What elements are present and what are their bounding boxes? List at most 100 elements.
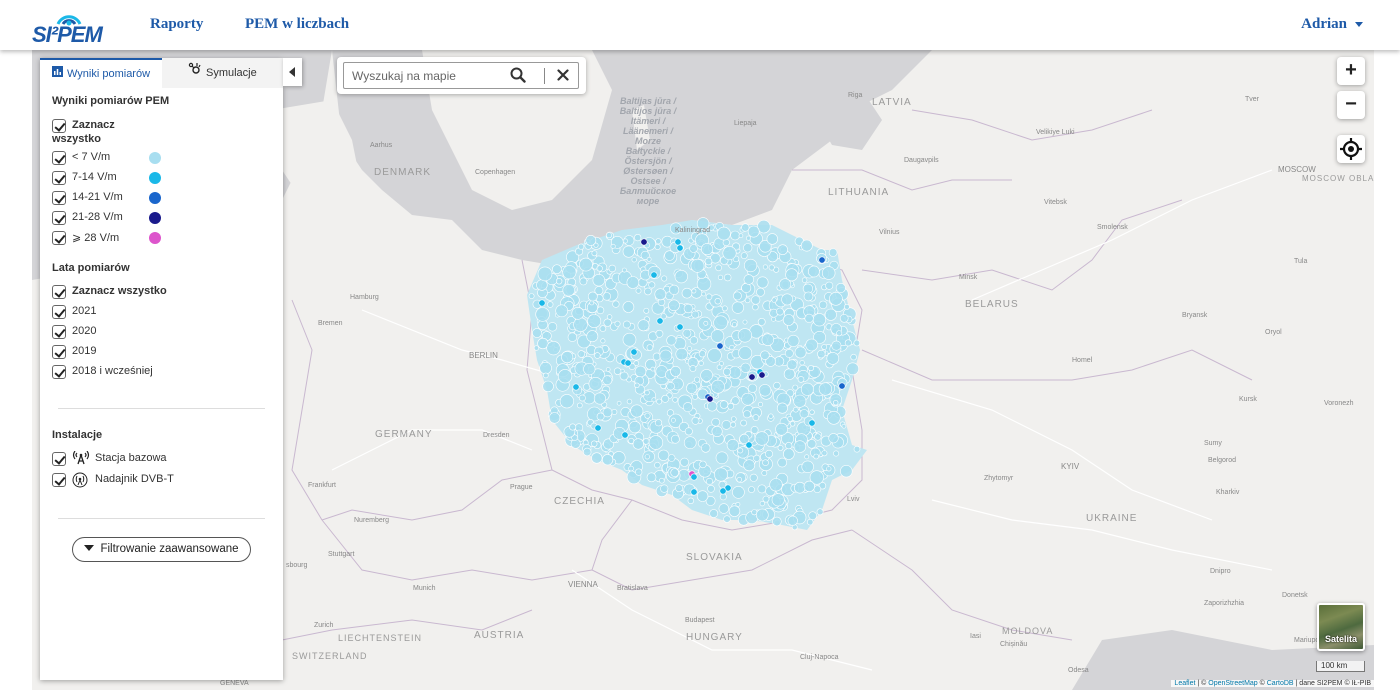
measurement-point[interactable] <box>818 256 826 264</box>
search-icon[interactable] <box>510 67 526 86</box>
measurement-point[interactable] <box>723 273 732 282</box>
measurement-point[interactable] <box>781 293 794 306</box>
measurement-point[interactable] <box>717 274 724 280</box>
measurement-point[interactable] <box>846 362 860 376</box>
measurement-point[interactable] <box>792 406 799 413</box>
measurement-point[interactable] <box>787 415 793 422</box>
measurement-point[interactable] <box>683 303 693 314</box>
measurement-point[interactable] <box>760 350 770 360</box>
measurement-point[interactable] <box>756 276 769 289</box>
measurement-point[interactable] <box>643 307 650 314</box>
measurement-point[interactable] <box>719 400 729 409</box>
measurement-point[interactable] <box>766 233 778 245</box>
measurement-point[interactable] <box>690 258 705 273</box>
measurement-point[interactable] <box>743 258 758 273</box>
measurement-point[interactable] <box>703 320 709 326</box>
measurement-point[interactable] <box>721 305 728 312</box>
measurement-point[interactable] <box>828 433 839 444</box>
measurement-point[interactable] <box>745 441 753 449</box>
measurement-point[interactable] <box>825 281 834 290</box>
measurement-point[interactable] <box>596 306 605 315</box>
measurement-point[interactable] <box>635 468 643 476</box>
measurement-point[interactable] <box>671 417 676 423</box>
measurement-point[interactable] <box>533 345 540 351</box>
measurement-point[interactable] <box>728 505 741 517</box>
checkbox-installation[interactable] <box>52 473 66 487</box>
measurement-point[interactable] <box>775 422 788 436</box>
measurement-point[interactable] <box>672 396 678 403</box>
measurement-point[interactable] <box>635 287 642 294</box>
measurement-point[interactable] <box>821 344 828 350</box>
measurement-point[interactable] <box>535 307 550 322</box>
measurement-point[interactable] <box>648 281 656 289</box>
measurement-point[interactable] <box>628 421 642 434</box>
measurement-point[interactable] <box>532 328 542 338</box>
checkbox-legend[interactable] <box>52 211 66 225</box>
measurement-point[interactable] <box>594 352 601 359</box>
measurement-point[interactable] <box>644 389 650 396</box>
measurement-point[interactable] <box>608 264 616 273</box>
measurement-point[interactable] <box>602 292 611 301</box>
advanced-filter-button[interactable]: Filtrowanie zaawansowane <box>72 537 251 562</box>
measurement-point[interactable] <box>850 353 857 361</box>
measurement-point[interactable] <box>706 401 718 412</box>
measurement-point[interactable] <box>610 243 616 249</box>
measurement-point[interactable] <box>794 346 807 359</box>
measurement-point[interactable] <box>684 427 693 436</box>
measurement-point[interactable] <box>772 516 782 527</box>
measurement-point[interactable] <box>666 382 675 391</box>
measurement-point[interactable] <box>768 264 775 271</box>
measurement-point[interactable] <box>633 360 640 367</box>
measurement-point[interactable] <box>622 301 635 313</box>
measurement-point[interactable] <box>546 341 561 356</box>
measurement-point[interactable] <box>715 264 722 272</box>
measurement-point[interactable] <box>555 278 563 285</box>
measurement-point[interactable] <box>740 362 751 373</box>
measurement-point[interactable] <box>562 284 575 297</box>
measurement-point[interactable] <box>722 246 737 261</box>
measurement-point[interactable] <box>730 416 737 422</box>
measurement-point[interactable] <box>591 452 603 464</box>
measurement-point[interactable] <box>726 439 740 452</box>
measurement-point[interactable] <box>648 435 664 450</box>
measurement-point[interactable] <box>675 484 683 493</box>
measurement-point[interactable] <box>594 286 604 295</box>
measurement-point[interactable] <box>646 256 652 262</box>
measurement-point[interactable] <box>797 376 805 383</box>
measurement-point[interactable] <box>668 299 680 312</box>
measurement-point[interactable] <box>731 396 740 405</box>
measurement-point[interactable] <box>690 473 698 481</box>
measurement-point[interactable] <box>771 493 785 507</box>
measurement-point[interactable] <box>622 267 627 273</box>
measurement-point[interactable] <box>756 287 765 297</box>
measurement-point[interactable] <box>743 459 756 472</box>
measurement-point[interactable] <box>691 288 697 294</box>
measurement-point[interactable] <box>613 367 622 375</box>
measurement-point[interactable] <box>800 382 814 396</box>
measurement-point[interactable] <box>689 365 697 372</box>
measurement-point[interactable] <box>776 307 784 316</box>
measurement-point[interactable] <box>747 225 760 238</box>
carto-link[interactable]: CartoDB <box>1267 680 1294 687</box>
measurement-point[interactable] <box>602 375 613 386</box>
measurement-point[interactable] <box>757 484 767 494</box>
measurement-point[interactable] <box>844 303 850 310</box>
measurement-point[interactable] <box>764 449 773 458</box>
measurement-point[interactable] <box>589 300 595 306</box>
measurement-point[interactable] <box>682 328 692 338</box>
measurement-point[interactable] <box>761 470 768 476</box>
measurement-point[interactable] <box>668 284 680 295</box>
measurement-point[interactable] <box>757 401 763 407</box>
measurement-point[interactable] <box>537 266 553 282</box>
measurement-point[interactable] <box>731 301 745 314</box>
measurement-point[interactable] <box>614 320 621 327</box>
measurement-point[interactable] <box>587 314 602 328</box>
measurement-point[interactable] <box>787 334 800 347</box>
measurement-point[interactable] <box>576 402 583 409</box>
measurement-point[interactable] <box>654 461 661 469</box>
measurement-point[interactable] <box>546 301 554 308</box>
measurement-point[interactable] <box>622 238 628 244</box>
zoom-in-button[interactable]: + <box>1337 57 1365 85</box>
measurement-point[interactable] <box>539 361 552 375</box>
measurement-point[interactable] <box>634 382 640 388</box>
